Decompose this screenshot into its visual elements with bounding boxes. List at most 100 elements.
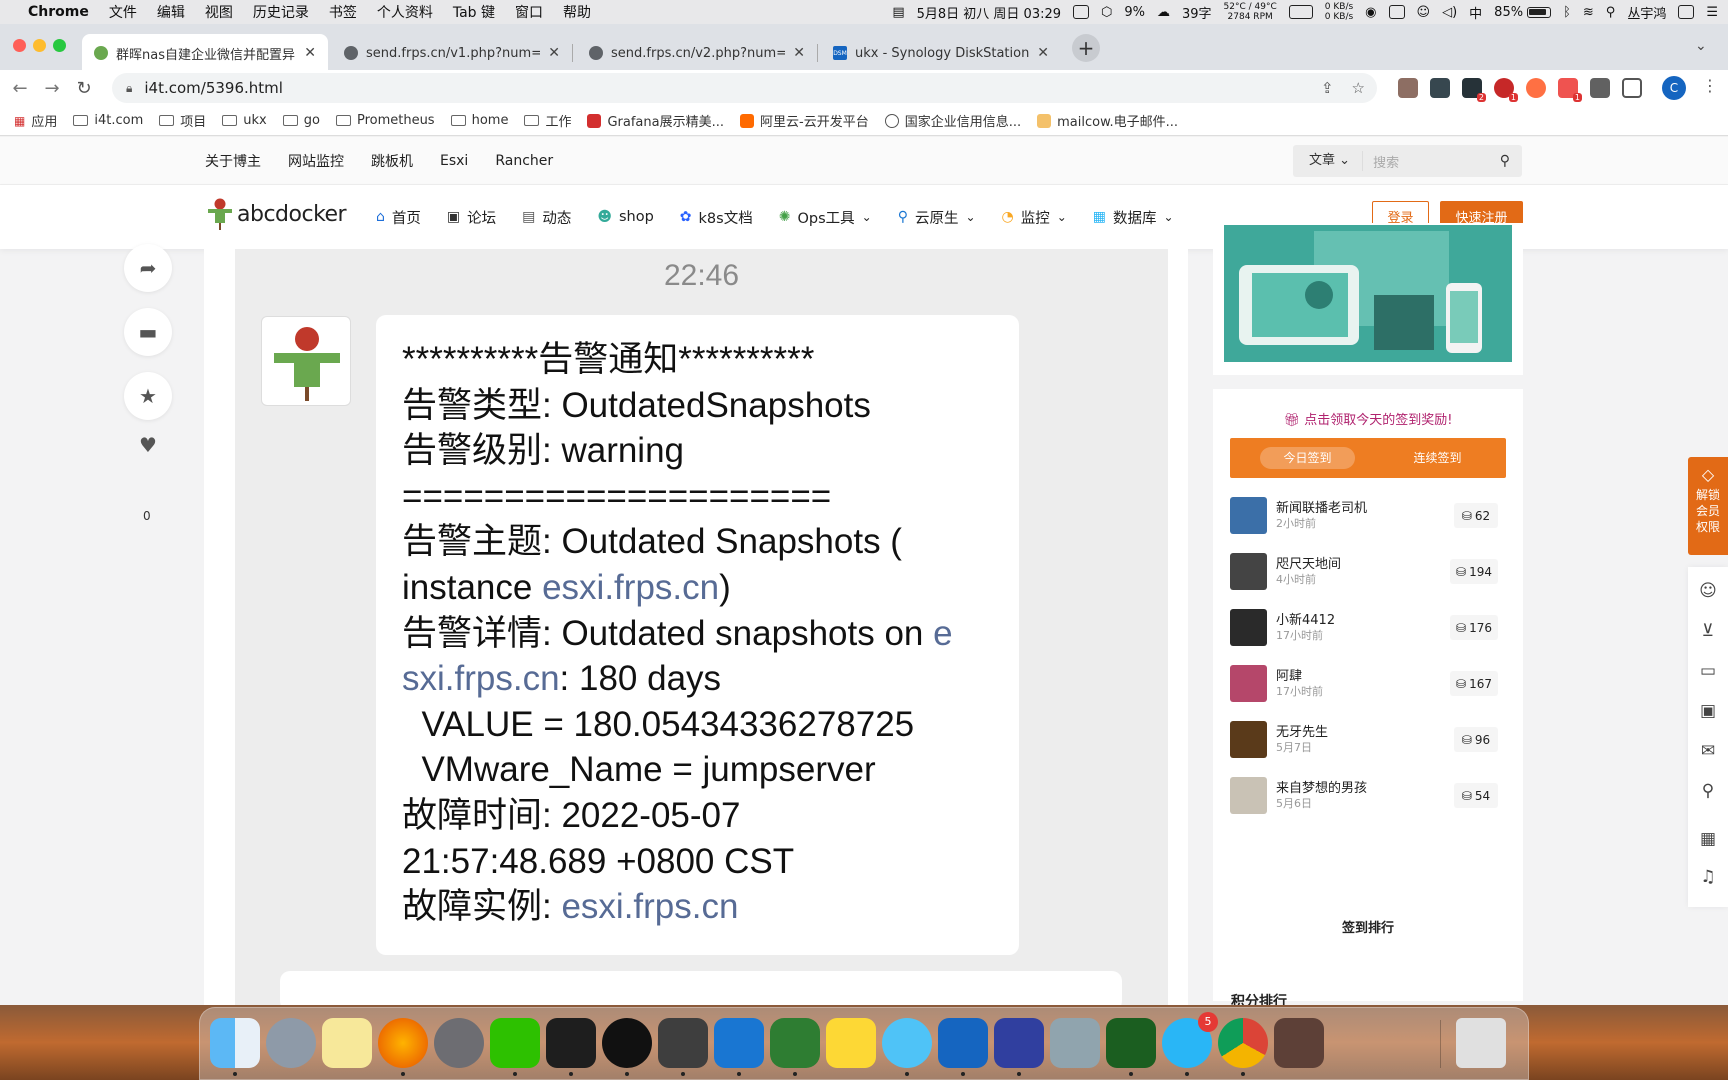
more-menu-icon[interactable]: ⋮ xyxy=(1702,76,1718,95)
site-logo[interactable]: abcdocker xyxy=(205,197,347,231)
tab-1[interactable]: 群晖nas自建企业微信并配置异常 ✕ xyxy=(82,34,328,72)
bookmark-projects[interactable]: 项目 xyxy=(159,111,206,130)
telegram-icon[interactable]: 5 xyxy=(1162,1012,1218,1076)
bookmark-mailcow[interactable]: mailcow.电子邮件... xyxy=(1037,111,1178,130)
wechat-icon[interactable] xyxy=(490,1018,540,1076)
search-icon[interactable]: ⚲ xyxy=(1500,153,1510,169)
menu-tab[interactable]: Tab 键 xyxy=(453,2,495,22)
menubar-user[interactable]: 丛宇鸿 xyxy=(1627,3,1666,22)
qrcode-icon[interactable]: ▦ xyxy=(1688,829,1728,849)
nav-item-1[interactable]: ▣ 论坛 xyxy=(447,207,496,228)
search-category-select[interactable]: 文章 ⌄ xyxy=(1293,151,1364,171)
signin-continuous-tab[interactable]: 连续签到 xyxy=(1390,447,1485,469)
forward-arrow-icon[interactable]: → xyxy=(40,78,64,99)
signin-user-row[interactable]: 阿肆 17小时前 ⛁ 167 xyxy=(1230,661,1506,705)
url-text[interactable]: i4t.com/5396.html xyxy=(144,79,283,97)
menu-history[interactable]: 历史记录 xyxy=(253,2,309,22)
battery-status[interactable]: 85% xyxy=(1494,5,1552,20)
like-button[interactable]: ♥ xyxy=(124,427,172,463)
bookmark-ukx[interactable]: ukx xyxy=(222,113,267,128)
input-method-icon[interactable]: 中 xyxy=(1469,3,1482,22)
control-center-icon[interactable]: ☰ xyxy=(1706,5,1718,20)
extension-1-icon[interactable] xyxy=(1398,78,1418,98)
user-icon[interactable]: ☺ xyxy=(1688,581,1728,601)
menu-file[interactable]: 文件 xyxy=(109,2,137,22)
launchpad-icon[interactable] xyxy=(266,1018,316,1068)
hex-app-icon[interactable] xyxy=(770,1018,820,1076)
menubar-date[interactable]: 5月8日 初八 周日 03:29 xyxy=(917,3,1061,22)
ticket-icon[interactable]: ▭ xyxy=(1688,661,1728,681)
top-link-jumpserver[interactable]: 跳板机 xyxy=(371,151,413,171)
menu-edit[interactable]: 编辑 xyxy=(157,2,185,22)
wifi-icon[interactable]: ≋ xyxy=(1583,5,1594,20)
search-icon[interactable]: ⚲ xyxy=(1688,781,1728,801)
top-link-about[interactable]: 关于博主 xyxy=(205,151,261,171)
message-link[interactable]: esxi.frps.cn xyxy=(561,887,738,926)
notification-center-icon[interactable] xyxy=(1678,5,1695,19)
share-icon[interactable]: ⇪ xyxy=(1321,79,1334,97)
qq-status-icon[interactable]: ◉ xyxy=(1365,5,1376,20)
menu-app-name[interactable]: Chrome xyxy=(28,4,89,20)
tab-close-icon[interactable]: ✕ xyxy=(793,45,805,61)
top-link-rancher[interactable]: Rancher xyxy=(495,153,553,169)
menubar-network[interactable]: 0 KB/s 0 KB/s xyxy=(1325,2,1353,22)
user-name[interactable]: 来自梦想的男孩 xyxy=(1276,777,1367,796)
cloud-app-icon[interactable] xyxy=(714,1018,764,1076)
unlock-vip-button[interactable]: ◇ 解锁会员权限 xyxy=(1688,457,1728,555)
back-arrow-icon[interactable]: ← xyxy=(8,78,32,99)
puzzle-icon[interactable] xyxy=(1590,78,1610,98)
user-avatar[interactable] xyxy=(1230,721,1267,758)
nav-item-3[interactable]: ☻ shop xyxy=(597,209,653,225)
user-name[interactable]: 阿肆 xyxy=(1276,665,1302,684)
user-name[interactable]: 咫尺天地间 xyxy=(1276,553,1341,572)
nav-item-6[interactable]: ⚲ 云原生 ⌄ xyxy=(898,207,976,228)
nav-item-2[interactable]: ▤ 动态 xyxy=(522,207,571,228)
comment-button[interactable]: ▬ xyxy=(124,308,172,356)
chrome-icon[interactable] xyxy=(1218,1018,1268,1076)
menu-view[interactable]: 视图 xyxy=(205,2,233,22)
favorite-button[interactable]: ★ xyxy=(124,372,172,420)
cart-icon[interactable]: ⊻ xyxy=(1688,621,1728,641)
sublime-text-icon[interactable] xyxy=(658,1018,708,1076)
excel-icon[interactable] xyxy=(1106,1018,1156,1076)
reload-icon[interactable]: ↻ xyxy=(72,78,96,99)
bookmark-go[interactable]: go xyxy=(282,113,320,128)
bookmark-credit[interactable]: 国家企业信用信息... xyxy=(884,111,1021,130)
signin-reward-link[interactable]: 🎁︎ 点击领取今天的签到奖励! xyxy=(1213,409,1523,428)
firefox-icon[interactable] xyxy=(378,1018,428,1076)
new-tab-button[interactable]: + xyxy=(1072,34,1100,62)
menu-profiles[interactable]: 个人资料 xyxy=(377,2,433,22)
user-name[interactable]: 新闻联播老司机 xyxy=(1276,497,1367,516)
window-minimize-button[interactable] xyxy=(33,39,46,52)
tab-close-icon[interactable]: ✕ xyxy=(1037,45,1049,61)
message-link[interactable]: sxi.frps.cn xyxy=(402,659,560,698)
signin-user-row[interactable]: 咫尺天地间 4小时前 ⛁ 194 xyxy=(1230,549,1506,593)
bookmark-home[interactable]: home xyxy=(450,113,508,128)
message-link[interactable]: esxi.frps.cn xyxy=(542,568,719,607)
signin-user-row[interactable]: 新闻联播老司机 2小时前 ⛁ 62 xyxy=(1230,493,1506,537)
user-avatar[interactable] xyxy=(1230,609,1267,646)
window-close-button[interactable] xyxy=(13,39,26,52)
user-avatar[interactable] xyxy=(1230,777,1267,814)
nav-item-7[interactable]: ◔ 监控 ⌄ xyxy=(1002,207,1067,228)
sidebar-banner-image[interactable] xyxy=(1224,225,1512,362)
share-button[interactable]: ➦ xyxy=(124,244,172,292)
music-app-icon[interactable] xyxy=(826,1018,876,1068)
tab-close-icon[interactable]: ✕ xyxy=(304,45,316,61)
bookmark-grafana[interactable]: Grafana展示精美... xyxy=(587,111,724,130)
notes-icon[interactable] xyxy=(322,1018,372,1068)
lock-icon[interactable]: 🔒︎ xyxy=(126,81,132,96)
bell-icon[interactable]: ♫ xyxy=(1688,867,1728,887)
nav-item-0[interactable]: ⌂ 首页 xyxy=(376,207,421,228)
top-link-monitor[interactable]: 网站监控 xyxy=(288,151,344,171)
lark-icon[interactable] xyxy=(938,1018,988,1076)
bookmark-star-icon[interactable]: ☆ xyxy=(1352,79,1365,97)
menu-help[interactable]: 帮助 xyxy=(563,2,591,22)
signin-today-button[interactable]: 今日签到 xyxy=(1260,447,1355,469)
finder-icon[interactable] xyxy=(210,1018,260,1076)
tab-2[interactable]: send.frps.cn/v1.php?num=10& ✕ xyxy=(332,34,573,72)
window-zoom-button[interactable] xyxy=(53,39,66,52)
user-avatar[interactable] xyxy=(1230,497,1267,534)
user-avatar[interactable] xyxy=(1230,665,1267,702)
tab-close-icon[interactable]: ✕ xyxy=(548,45,560,61)
